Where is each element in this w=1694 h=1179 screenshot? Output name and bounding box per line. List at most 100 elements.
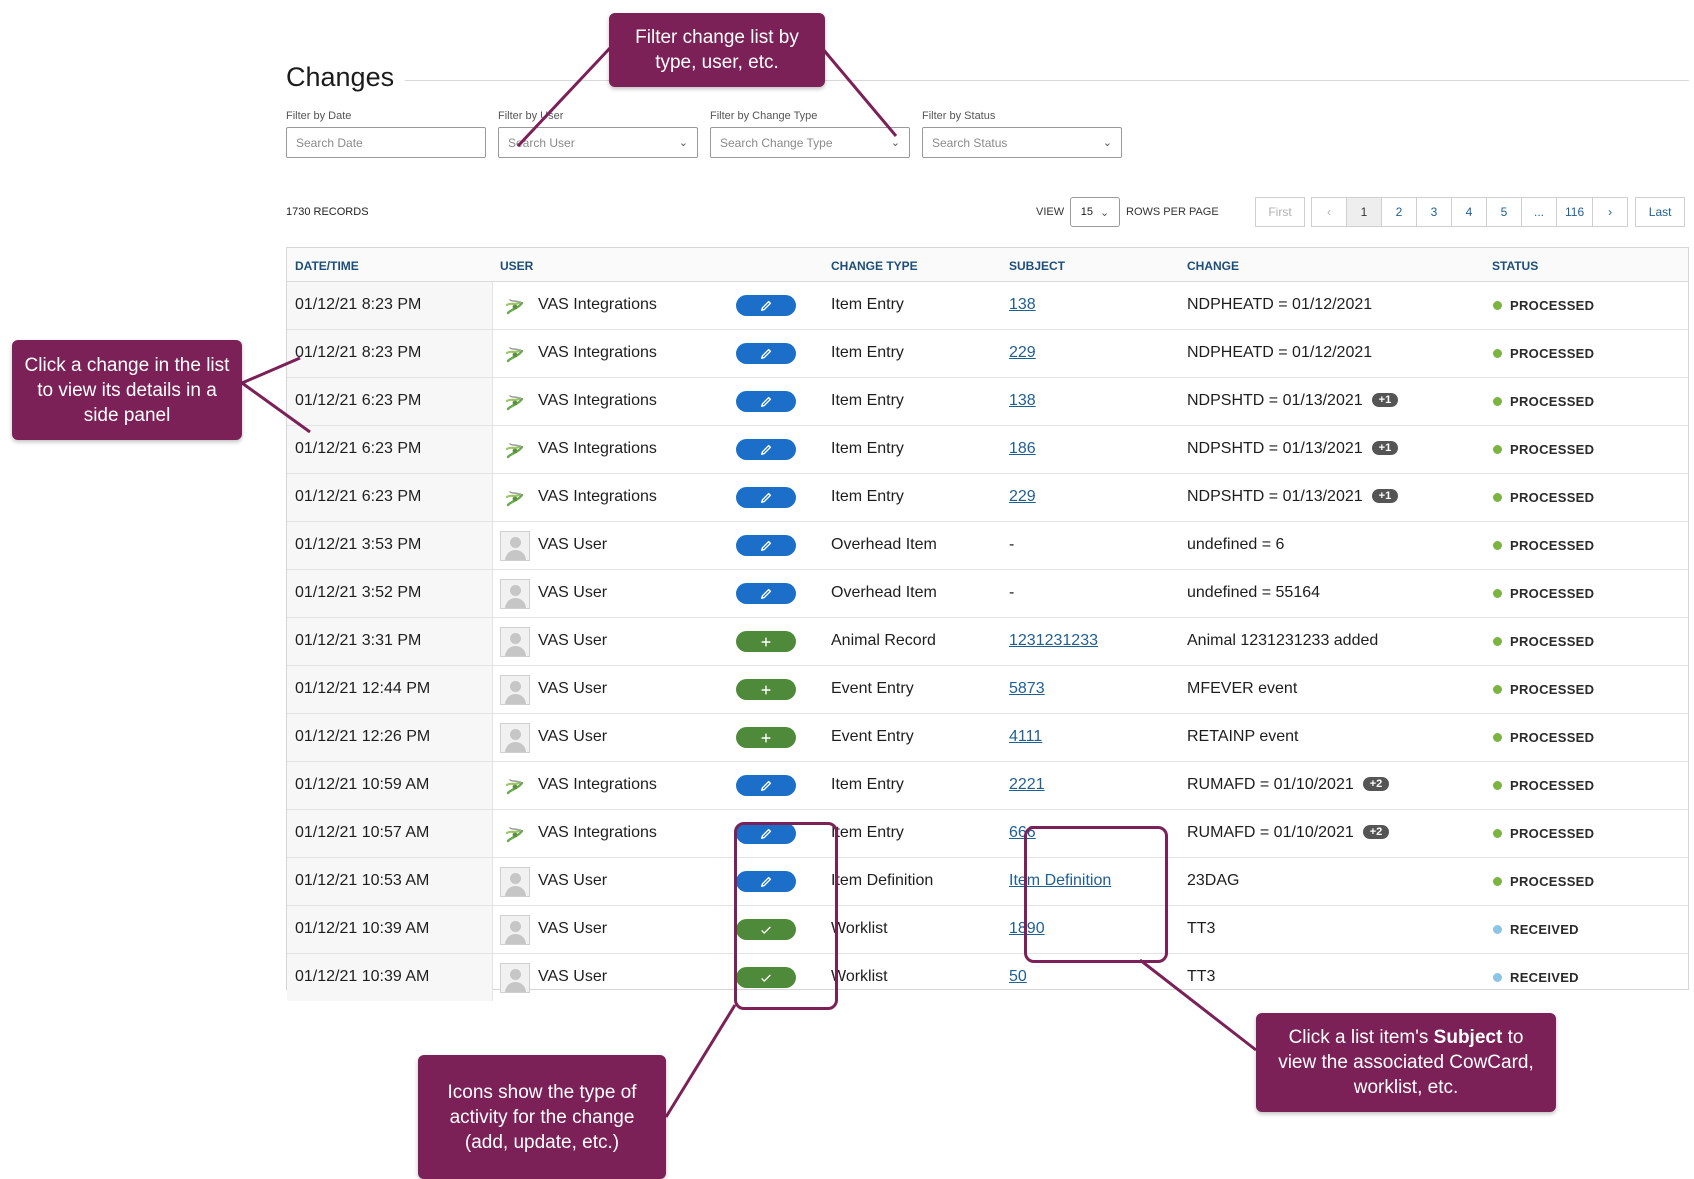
change-cell: NDPSHTD = 01/13/2021 +1 — [1187, 440, 1399, 458]
status-badge: RECEIVED — [1493, 922, 1579, 937]
table-row[interactable]: 01/12/21 10:59 AM VAS Integrations Item En… — [287, 762, 1688, 810]
table-row[interactable]: 01/12/21 3:31 PM VAS User Animal Record 123… — [287, 618, 1688, 666]
header-user[interactable]: USER — [500, 259, 533, 273]
table-row[interactable]: 01/12/21 8:23 PM VAS Integrations Item Ent… — [287, 330, 1688, 378]
chevron-down-icon: ⌄ — [678, 137, 688, 149]
user-cell: VAS Integrations — [538, 440, 657, 457]
status-dot-icon — [1493, 301, 1502, 310]
table-row[interactable]: 01/12/21 3:53 PM VAS User Overhead Item - un… — [287, 522, 1688, 570]
subject-link[interactable]: 4111 — [1009, 728, 1042, 746]
table-row[interactable]: 01/12/21 10:53 AM VAS User Item Definition… — [287, 858, 1688, 906]
table-row[interactable]: 01/12/21 6:23 PM VAS Integrations Item Ent… — [287, 426, 1688, 474]
subject-link[interactable]: 2221 — [1009, 776, 1045, 794]
filter-date-input[interactable]: Search Date — [286, 127, 486, 158]
page-button-3[interactable]: 3 — [1416, 197, 1452, 227]
user-cell: VAS Integrations — [538, 296, 657, 313]
status-text: PROCESSED — [1510, 298, 1595, 313]
change-type-cell: Item Entry — [831, 392, 904, 409]
avatar — [500, 723, 530, 753]
pencil-icon — [736, 439, 796, 460]
integration-icon — [502, 341, 528, 367]
integration-icon — [502, 293, 528, 319]
table-row[interactable]: 01/12/21 6:23 PM VAS Integrations Item Ent… — [287, 378, 1688, 426]
subject-link[interactable]: 5873 — [1009, 680, 1045, 698]
plus-icon — [761, 685, 771, 694]
pencil-icon — [760, 300, 772, 311]
user-cell: VAS Integrations — [538, 776, 657, 793]
rows-per-page-select[interactable]: 15 ⌄ — [1070, 197, 1120, 227]
page-button-1[interactable]: 1 — [1346, 197, 1382, 227]
integration-icon — [502, 773, 528, 799]
avatar — [500, 867, 530, 897]
plus-icon — [761, 637, 771, 646]
header-datetime[interactable]: DATE/TIME — [295, 259, 359, 273]
table-row[interactable]: 01/12/21 6:23 PM VAS Integrations Item Ent… — [287, 474, 1688, 522]
table-row[interactable]: 01/12/21 10:39 AM VAS User Worklist 1890 TT3… — [287, 906, 1688, 954]
header-subject[interactable]: SUBJECT — [1009, 259, 1065, 273]
change-text: RUMAFD = 01/10/2021 — [1187, 824, 1354, 841]
status-text: PROCESSED — [1510, 442, 1595, 457]
header-change-type[interactable]: CHANGE TYPE — [831, 259, 918, 273]
change-cell: undefined = 55164 — [1187, 584, 1320, 602]
status-dot-icon — [1493, 973, 1502, 982]
page-prev-button[interactable]: ‹ — [1311, 197, 1347, 227]
subject-link[interactable]: 229 — [1009, 488, 1036, 506]
page-first-button[interactable]: First — [1255, 197, 1305, 227]
pencil-icon — [736, 391, 796, 412]
chevron-down-icon: ⌄ — [1102, 137, 1112, 149]
pagination: First ‹ 1 2 3 4 5 ... 116 › Last — [1255, 197, 1686, 227]
status-badge: PROCESSED — [1493, 394, 1594, 409]
change-cell: NDPSHTD = 01/13/2021 +1 — [1187, 488, 1399, 506]
filter-change-type-select[interactable]: Search Change Type ⌄ — [710, 127, 910, 158]
header-status[interactable]: STATUS — [1492, 259, 1538, 273]
rows-per-page-label: ROWS PER PAGE — [1126, 206, 1219, 218]
user-cell: VAS User — [538, 872, 608, 889]
record-count: 1730 RECORDS — [286, 206, 369, 218]
filter-user: Filter by User Search User ⌄ — [498, 110, 698, 158]
more-changes-badge: +1 — [1371, 441, 1399, 455]
table-row[interactable]: 01/12/21 10:39 AM VAS User Worklist 50 TT3 RE… — [287, 954, 1688, 1001]
status-dot-icon — [1493, 637, 1502, 646]
status-badge: PROCESSED — [1493, 538, 1594, 553]
subject-link[interactable]: 186 — [1009, 440, 1036, 458]
datetime-cell: 01/12/21 10:57 AM — [295, 824, 430, 841]
page-button-4[interactable]: 4 — [1451, 197, 1487, 227]
page-next-button[interactable]: › — [1592, 197, 1629, 227]
pencil-icon — [760, 780, 772, 791]
subject-link[interactable]: 1231231233 — [1009, 632, 1098, 650]
subject-link[interactable]: 50 — [1009, 968, 1027, 986]
change-text: RETAINP event — [1187, 728, 1299, 745]
table-row[interactable]: 01/12/21 12:44 PM VAS User Event Entry 5873… — [287, 666, 1688, 714]
more-changes-badge: +2 — [1362, 825, 1390, 839]
datetime-cell: 01/12/21 6:23 PM — [295, 488, 422, 505]
filter-user-select[interactable]: Search User ⌄ — [498, 127, 698, 158]
filter-change-type: Filter by Change Type Search Change Type… — [710, 110, 910, 158]
table-row[interactable]: 01/12/21 10:57 AM VAS Integrations Item En… — [287, 810, 1688, 858]
page-last-button[interactable]: Last — [1635, 197, 1686, 227]
subject-link[interactable]: 138 — [1009, 392, 1036, 410]
datetime-cell: 01/12/21 10:39 AM — [295, 920, 430, 937]
avatar — [500, 531, 530, 561]
status-badge: PROCESSED — [1493, 298, 1594, 313]
status-text: PROCESSED — [1510, 778, 1595, 793]
filter-status-label: Filter by Status — [922, 110, 996, 122]
page-button-2[interactable]: 2 — [1381, 197, 1417, 227]
page-button-116[interactable]: 116 — [1556, 197, 1594, 227]
filter-date-placeholder: Search Date — [296, 135, 363, 150]
avatar — [500, 963, 530, 993]
change-cell: TT3 — [1187, 920, 1215, 938]
user-cell: VAS User — [538, 584, 608, 601]
datetime-cell: 01/12/21 6:23 PM — [295, 440, 422, 457]
page-button-5[interactable]: 5 — [1486, 197, 1522, 227]
subject-link[interactable]: 229 — [1009, 344, 1036, 362]
filter-status-select[interactable]: Search Status ⌄ — [922, 127, 1122, 158]
table-row[interactable]: 01/12/21 3:52 PM VAS User Overhead Item - un… — [287, 570, 1688, 618]
table-row[interactable]: 01/12/21 12:26 PM VAS User Event Entry 4111… — [287, 714, 1688, 762]
status-badge: PROCESSED — [1493, 826, 1594, 841]
callout-subject-prefix: Click a list item's — [1288, 1027, 1434, 1048]
status-text: PROCESSED — [1510, 874, 1595, 889]
table-row[interactable]: 01/12/21 8:23 PM VAS Integrations Item Ent… — [287, 282, 1688, 330]
filter-status: Filter by Status Search Status ⌄ — [922, 110, 1122, 158]
subject-link[interactable]: 138 — [1009, 296, 1036, 314]
header-change[interactable]: CHANGE — [1187, 259, 1239, 273]
